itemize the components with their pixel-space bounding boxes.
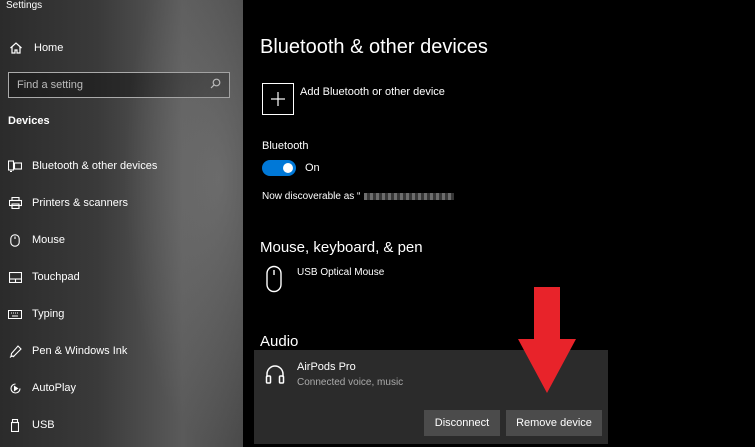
- sidebar-item-printers[interactable]: Printers & scanners: [8, 194, 128, 212]
- discoverable-prefix: Now discoverable as “: [262, 191, 361, 202]
- sidebar-item-label: Bluetooth & other devices: [32, 160, 158, 172]
- sidebar-item-label: AutoPlay: [32, 382, 77, 394]
- sidebar-item-label: Touchpad: [32, 271, 80, 283]
- touchpad-icon: [8, 270, 22, 284]
- sidebar-item-home[interactable]: Home: [8, 39, 63, 57]
- sidebar-item-label: Home: [34, 42, 64, 54]
- mouse-icon: [8, 233, 22, 247]
- sidebar-item-pen[interactable]: Pen & Windows Ink: [8, 342, 127, 360]
- add-device-label[interactable]: Add Bluetooth or other device: [300, 86, 445, 98]
- sidebar-item-label: USB: [32, 419, 55, 431]
- audio-device-status: Connected voice, music: [297, 377, 404, 388]
- sidebar-item-touchpad[interactable]: Touchpad: [8, 268, 80, 286]
- sidebar-item-typing[interactable]: Typing: [8, 305, 64, 323]
- sidebar-item-usb[interactable]: USB: [8, 416, 55, 434]
- window-title: Settings: [6, 0, 43, 11]
- plus-icon: [271, 92, 285, 106]
- search-icon[interactable]: [210, 78, 221, 92]
- remove-device-button[interactable]: Remove device: [506, 410, 602, 436]
- section-header: Devices: [8, 115, 50, 127]
- audio-section-heading: Audio: [260, 333, 299, 350]
- toggle-knob: [283, 163, 293, 173]
- page-title: Bluetooth & other devices: [260, 36, 488, 58]
- toggle-state-label: On: [305, 162, 320, 174]
- sidebar-item-label: Mouse: [32, 234, 66, 246]
- main-content: Bluetooth & other devices Add Bluetooth …: [243, 0, 755, 447]
- sidebar: Settings Home Find a setting Devices Blu…: [0, 0, 243, 447]
- headphones-icon: [265, 365, 285, 384]
- mouse-device-icon: [266, 265, 282, 293]
- autoplay-icon: [8, 381, 22, 395]
- sidebar-item-mouse[interactable]: Mouse: [8, 231, 65, 249]
- audio-device-name: AirPods Pro: [297, 361, 356, 373]
- annotation-arrow-icon: [518, 287, 576, 393]
- home-icon: [8, 40, 24, 56]
- mouse-device-name[interactable]: USB Optical Mouse: [297, 267, 384, 278]
- printer-icon: [8, 196, 22, 210]
- bluetooth-toggle[interactable]: [262, 160, 296, 176]
- keyboard-icon: [8, 307, 22, 321]
- sidebar-item-label: Pen & Windows Ink: [32, 345, 128, 357]
- add-device-button[interactable]: [262, 83, 294, 115]
- sidebar-item-autoplay[interactable]: AutoPlay: [8, 379, 76, 397]
- usb-icon: [8, 418, 22, 432]
- sidebar-item-label: Printers & scanners: [32, 197, 128, 209]
- disconnect-button[interactable]: Disconnect: [424, 410, 500, 436]
- pen-icon: [8, 344, 22, 358]
- mouse-section-heading: Mouse, keyboard, & pen: [260, 239, 423, 256]
- bluetooth-label: Bluetooth: [262, 140, 309, 152]
- discoverable-text: Now discoverable as “: [262, 191, 455, 202]
- bluetooth-devices-icon: [8, 159, 22, 173]
- search-placeholder: Find a setting: [17, 79, 84, 91]
- sidebar-item-label: Typing: [32, 308, 65, 320]
- redacted-device-name: [364, 193, 455, 200]
- search-input[interactable]: Find a setting: [8, 72, 230, 98]
- sidebar-item-bluetooth[interactable]: Bluetooth & other devices: [8, 157, 157, 175]
